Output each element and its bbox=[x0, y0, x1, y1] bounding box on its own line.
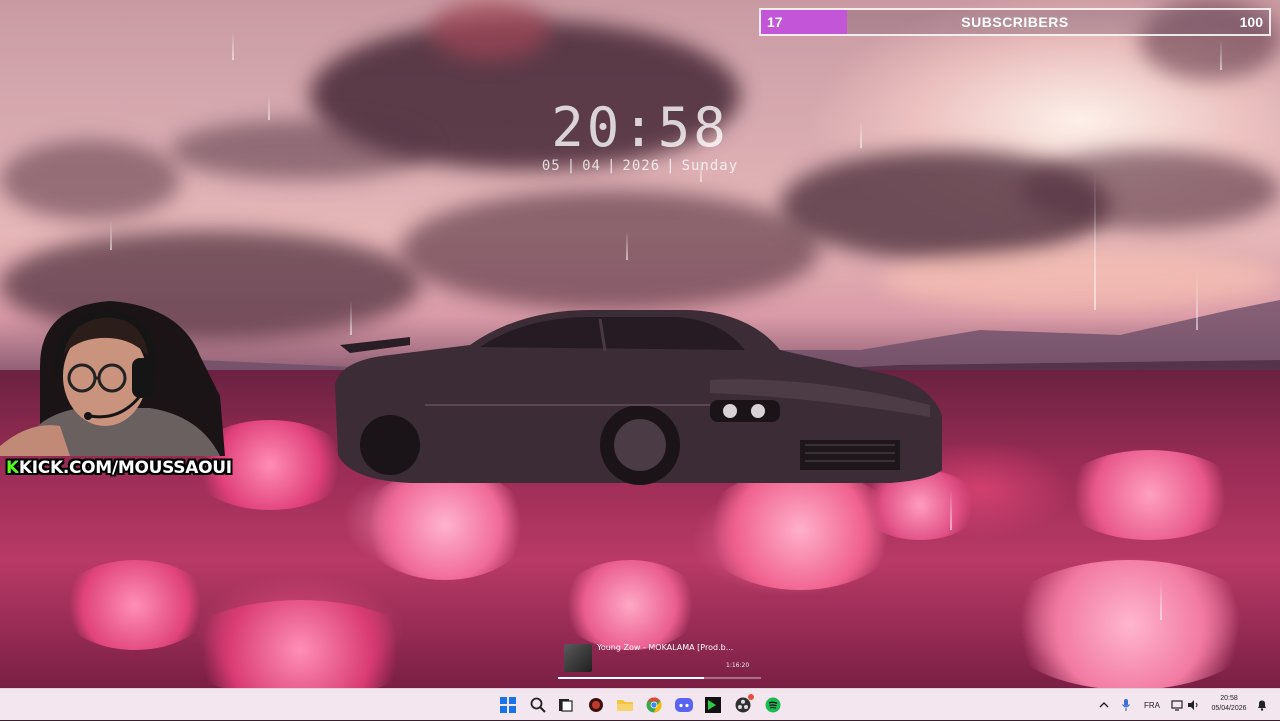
clock-day: 05 bbox=[541, 158, 561, 174]
rain-streak bbox=[1160, 580, 1162, 620]
rain-streak bbox=[860, 120, 862, 148]
taskbar-time: 20:58 bbox=[1220, 695, 1238, 702]
search-icon[interactable] bbox=[529, 696, 547, 714]
clock-separator: | bbox=[566, 158, 577, 174]
goal-target-count: 100 bbox=[1239, 14, 1263, 30]
rain-streak bbox=[1094, 170, 1096, 310]
flower bbox=[1000, 560, 1260, 688]
rain-streak bbox=[626, 230, 628, 260]
cloud bbox=[170, 120, 430, 180]
goal-current-count: 17 bbox=[767, 14, 783, 30]
cloud bbox=[1020, 150, 1280, 230]
obs-icon[interactable] bbox=[734, 694, 754, 714]
clock-separator: | bbox=[606, 158, 617, 174]
now-playing-widget[interactable]: Young Zow - MOKALAMA [Prod.b... 1:16:20 bbox=[558, 638, 762, 682]
rain-streak bbox=[1196, 270, 1198, 330]
rain-streak bbox=[950, 490, 952, 530]
now-playing-title: Young Zow - MOKALAMA [Prod.b... bbox=[597, 643, 734, 652]
rain-streak bbox=[110, 220, 112, 250]
clock-date: 05 | 04 | 2026 | Sunday bbox=[530, 158, 750, 174]
desktop-clock-widget: 20:58 05 | 04 | 2026 | Sunday bbox=[530, 96, 750, 174]
kick-logo-k: K bbox=[6, 458, 19, 478]
spotify-icon[interactable] bbox=[764, 696, 782, 714]
now-playing-progress-fill bbox=[558, 677, 705, 679]
kick-channel-label: KKICK.COM/MOUSSAOUI bbox=[6, 458, 232, 478]
rain-streak bbox=[1220, 40, 1222, 70]
now-playing-progress-track[interactable] bbox=[558, 677, 761, 679]
album-art bbox=[564, 644, 592, 672]
clock-month: 04 bbox=[582, 158, 601, 174]
terminal-green-icon[interactable] bbox=[704, 696, 722, 714]
file-explorer-icon[interactable] bbox=[616, 696, 634, 714]
goal-label: SUBSCRIBERS bbox=[961, 14, 1069, 30]
kick-url-text: KICK.COM/MOUSSAOUI bbox=[18, 458, 232, 478]
chevron-up-icon[interactable] bbox=[1097, 696, 1111, 714]
volume-icon[interactable] bbox=[1186, 696, 1200, 714]
flower bbox=[560, 560, 700, 650]
windows-start-icon[interactable] bbox=[499, 696, 517, 714]
network-icon[interactable] bbox=[1170, 696, 1184, 714]
task-view-icon[interactable] bbox=[557, 696, 575, 714]
recording-indicator bbox=[748, 694, 754, 700]
subscriber-goal-bar: SUBSCRIBERS 17 100 bbox=[759, 8, 1271, 36]
input-language-indicator[interactable]: FRA bbox=[1144, 689, 1160, 721]
cloud bbox=[430, 0, 550, 60]
rain-streak bbox=[268, 95, 270, 120]
app-red-circle-icon[interactable] bbox=[587, 696, 605, 714]
cloud bbox=[0, 140, 180, 220]
flower bbox=[1060, 450, 1240, 540]
chrome-icon[interactable] bbox=[645, 696, 663, 714]
clock-time: 20:58 bbox=[551, 96, 729, 159]
clock-separator: | bbox=[666, 158, 676, 174]
clock-weekday: Sunday bbox=[681, 158, 739, 174]
rain-streak bbox=[232, 30, 234, 60]
car-illustration bbox=[335, 310, 942, 485]
discord-icon[interactable] bbox=[675, 696, 693, 714]
taskbar-date: 05/04/2026 bbox=[1211, 705, 1247, 712]
notification-bell-icon[interactable] bbox=[1255, 696, 1269, 714]
clock-year: 2026 bbox=[622, 158, 661, 174]
taskbar: FRA 20:58 05/04/2026 bbox=[0, 688, 1280, 720]
webcam-overlay bbox=[0, 301, 225, 456]
microphone-icon[interactable] bbox=[1119, 696, 1133, 714]
taskbar-clock[interactable]: 20:58 05/04/2026 bbox=[1205, 694, 1253, 714]
now-playing-time: 1:16:20 bbox=[726, 662, 750, 669]
